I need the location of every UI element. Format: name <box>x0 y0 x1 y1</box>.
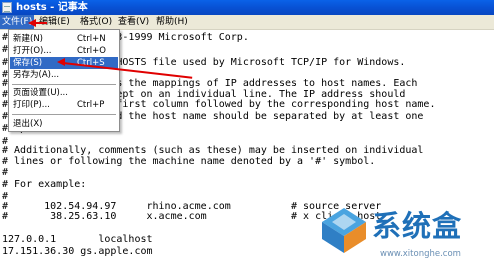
menu-item-print[interactable]: 打印(P)... Ctrl+P <box>10 99 118 111</box>
menu-item-shortcut: Ctrl+N <box>77 34 106 44</box>
annotation-arrow-head <box>28 19 36 27</box>
menu-separator <box>12 114 116 115</box>
menu-bar: 文件(F) 编辑(E) 格式(O) 查看(V) 帮助(H) <box>0 15 494 30</box>
menu-item-shortcut: Ctrl+O <box>77 46 106 56</box>
text-line: # lines or following the machine name de… <box>2 156 376 167</box>
menu-item-save-as[interactable]: 另存为(A)... <box>10 69 118 81</box>
menu-item-shortcut: Ctrl+P <box>77 100 105 110</box>
text-line: 17.151.36.30 gs.apple.com <box>2 246 153 257</box>
text-line: # <box>2 167 9 178</box>
text-line: 127.0.0.1 localhost <box>2 234 153 245</box>
menu-format[interactable]: 格式(O) <box>78 15 114 29</box>
watermark-brand: 系统盒 <box>372 209 463 243</box>
notepad-icon <box>2 2 12 13</box>
menu-item-label: 退出(X) <box>13 119 43 129</box>
file-menu-dropdown: 新建(N) Ctrl+N 打开(O)... Ctrl+O 保存(S) Ctrl+… <box>8 29 120 132</box>
menu-item-label: 打开(O)... <box>13 46 52 56</box>
menu-item-new[interactable]: 新建(N) Ctrl+N <box>10 33 118 45</box>
menu-item-page-setup[interactable]: 页面设置(U)... <box>10 87 118 99</box>
menu-item-label: 新建(N) <box>13 34 43 44</box>
watermark: 系统盒 www.xitonghe.com <box>316 199 494 272</box>
window-title: hosts - 记事本 <box>16 2 88 13</box>
watermark-url: www.xitonghe.com <box>380 249 461 259</box>
menu-item-exit[interactable]: 退出(X) <box>10 118 118 130</box>
annotation-arrow-line <box>35 22 47 24</box>
menu-item-label: 另存为(A)... <box>13 70 60 80</box>
annotation-arrow-head <box>57 58 65 66</box>
menu-item-open[interactable]: 打开(O)... Ctrl+O <box>10 45 118 57</box>
menu-view[interactable]: 查看(V) <box>116 15 151 29</box>
menu-item-label: 打印(P)... <box>13 100 50 110</box>
text-line: # For example: <box>2 179 87 190</box>
title-bar: hosts - 记事本 <box>0 0 494 15</box>
menu-item-label: 保存(S) <box>13 58 43 68</box>
menu-item-label: 页面设置(U)... <box>13 88 68 98</box>
menu-help[interactable]: 帮助(H) <box>154 15 190 29</box>
xitonghe-logo-icon <box>319 205 369 259</box>
menu-separator <box>12 84 116 85</box>
